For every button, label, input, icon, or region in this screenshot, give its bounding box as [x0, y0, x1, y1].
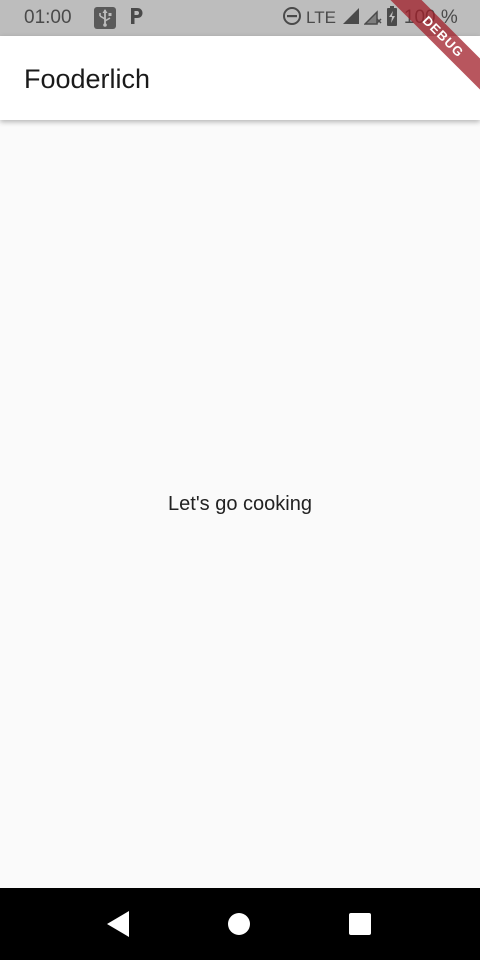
status-bar: 01:00 LTE 100 % — [0, 0, 480, 36]
back-button[interactable] — [100, 906, 136, 942]
home-button[interactable] — [221, 906, 257, 942]
signal-icon — [342, 7, 360, 30]
status-notification-icons — [94, 7, 144, 29]
recents-icon — [349, 913, 371, 935]
status-time: 01:00 — [24, 7, 72, 28]
recents-button[interactable] — [342, 906, 378, 942]
usb-icon — [94, 7, 116, 29]
network-type-label: LTE — [306, 8, 336, 27]
do-not-disturb-icon — [282, 6, 302, 31]
back-icon — [107, 911, 129, 937]
signal-no-data-icon — [363, 7, 382, 30]
battery-charging-icon — [386, 5, 398, 31]
status-system-icons: LTE 100 % — [282, 5, 458, 31]
navigation-bar — [0, 888, 480, 960]
home-icon — [228, 913, 250, 935]
app-bar: Fooderlich — [0, 36, 480, 120]
body-message: Let's go cooking — [168, 493, 312, 515]
battery-percentage: 100 % — [403, 7, 458, 28]
main-content: Let's go cooking — [0, 120, 480, 888]
app-title: Fooderlich — [24, 64, 151, 94]
parking-icon — [128, 7, 144, 30]
